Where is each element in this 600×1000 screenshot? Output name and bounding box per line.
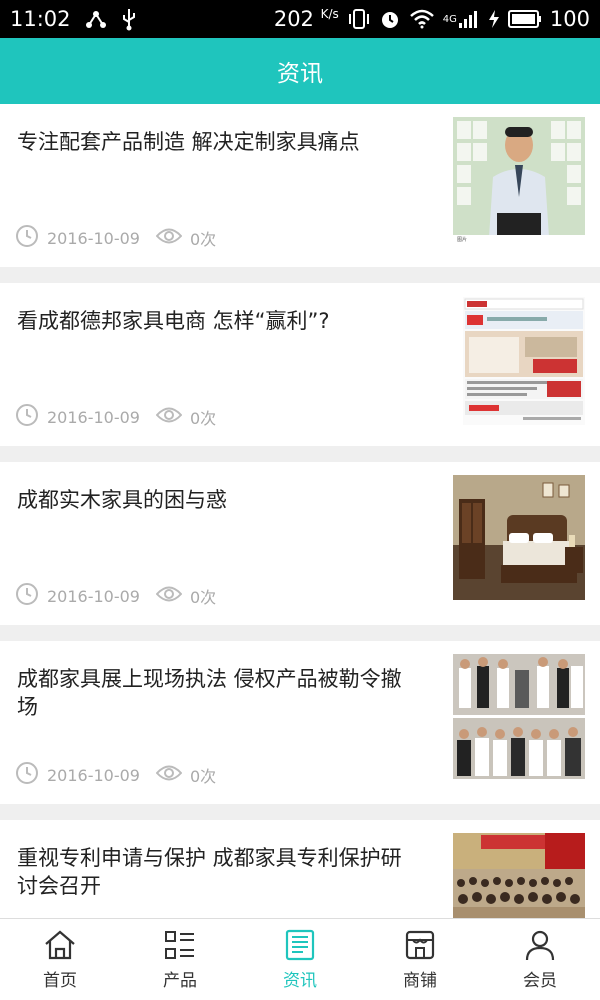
shop-icon [403,928,437,962]
nav-label: 商铺 [403,971,437,991]
nav-member[interactable]: 会员 [480,919,600,1000]
article-date: 2016-10-09 [47,586,140,606]
article-item[interactable]: 成都实木家具的困与惑 2016-10-09 0次 [0,462,600,625]
signal-icon: 4G [443,9,480,29]
nav-label: 资讯 [283,971,317,991]
article-title: 重视专利申请与保护 成都家具专利保护研讨会召开 [17,846,402,898]
nav-products[interactable]: 产品 [120,919,240,1000]
article-list[interactable]: 专注配套产品制造 解决定制家具痛点 2016-10-09 0次 图片 看成都德邦… [0,104,600,918]
clock-icon [15,224,39,252]
clock-icon [15,582,39,610]
clock: 11:02 [10,7,71,31]
article-item[interactable]: 成都家具展上现场执法 侵权产品被勒令撤场 2016-10-09 0次 [0,641,600,804]
article-thumbnail[interactable]: 图片 [453,117,585,242]
article-item[interactable]: 重视专利申请与保护 成都家具专利保护研讨会召开 [0,820,600,918]
article-date: 2016-10-09 [47,407,140,427]
bottom-nav: 首页 产品 资讯 商铺 会员 [0,918,600,1000]
article-item[interactable]: 看成都德邦家具电商 怎样“赢利”? 2016-10-09 0次 [0,283,600,446]
charging-icon [488,9,500,29]
article-views: 0次 [189,409,217,428]
article-meta: 2016-10-09 0次 [15,403,216,431]
article-title: 成都家具展上现场执法 侵权产品被勒令撤场 [17,667,402,719]
nav-home[interactable]: 首页 [0,919,120,1000]
article-title: 成都实木家具的困与惑 [17,488,227,512]
article-meta: 2016-10-09 0次 [15,224,216,252]
article-thumbnail[interactable] [453,654,585,779]
eye-icon [155,227,183,249]
clock-icon [15,761,39,789]
article-thumbnail[interactable] [453,475,585,600]
page-header: 资讯 [0,38,600,104]
article-thumbnail[interactable] [463,297,585,425]
article-meta: 2016-10-09 0次 [15,582,216,610]
usb-icon [121,7,137,31]
article-views: 0次 [189,588,217,607]
article-title: 专注配套产品制造 解决定制家具痛点 [17,130,360,154]
article-views: 0次 [189,767,217,786]
battery-level: 100 [549,7,590,31]
article-date: 2016-10-09 [47,765,140,785]
battery-icon [507,10,542,28]
vibrate-icon [347,8,371,30]
user-icon [523,928,557,962]
nav-label: 产品 [163,971,197,991]
nav-shop[interactable]: 商铺 [360,919,480,1000]
eye-icon [155,585,183,607]
article-views: 0次 [189,230,217,249]
article-date: 2016-10-09 [47,228,140,248]
clock-icon [15,403,39,431]
wifi-icon [409,9,435,29]
page-title: 资讯 [277,61,323,87]
news-icon [283,928,317,962]
article-title: 看成都德邦家具电商 怎样“赢利”? [17,309,330,333]
article-meta: 2016-10-09 0次 [15,761,216,789]
network-speed: 202 K/s [273,7,339,31]
article-item[interactable]: 专注配套产品制造 解决定制家具痛点 2016-10-09 0次 图片 [0,104,600,267]
svg-text:图片: 图片 [457,236,467,242]
nav-label: 会员 [523,971,557,991]
home-icon [43,928,77,962]
nav-label: 首页 [43,971,77,991]
article-thumbnail[interactable] [453,833,585,918]
alarm-icon [379,8,401,30]
nav-news[interactable]: 资讯 [240,919,360,1000]
status-bar: 11:02 202 K/s 4G 100 [0,0,600,38]
share-icon [85,8,107,30]
grid-list-icon [163,928,197,962]
eye-icon [155,764,183,786]
eye-icon [155,406,183,428]
